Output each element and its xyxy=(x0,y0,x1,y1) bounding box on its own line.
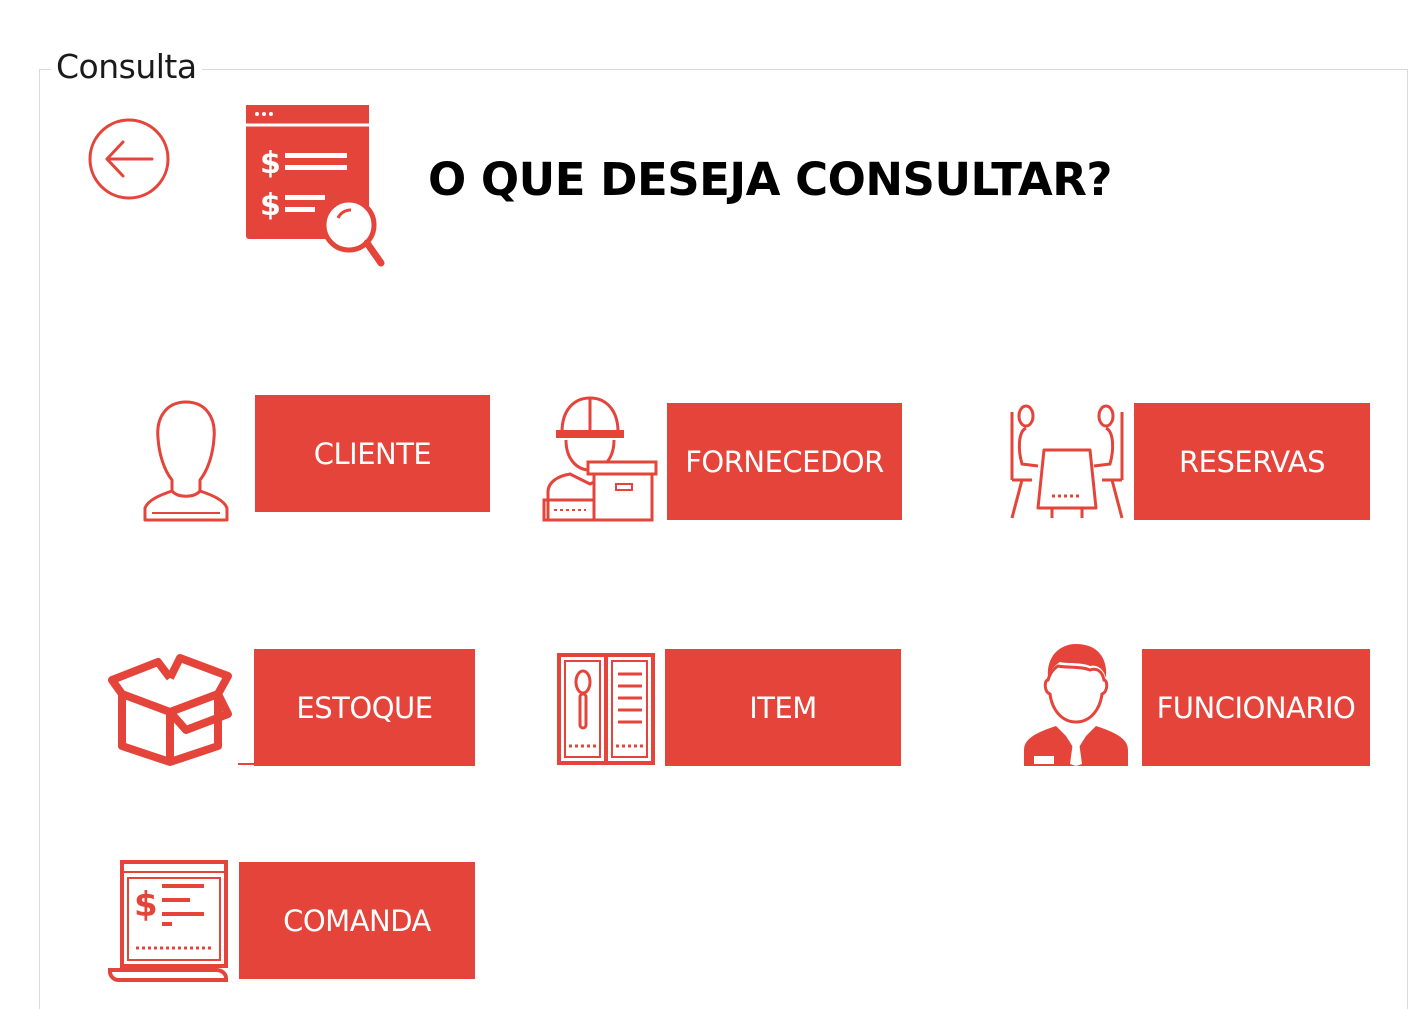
open-box-icon xyxy=(108,650,232,766)
back-button[interactable] xyxy=(86,112,172,208)
groupbox-title: Consulta xyxy=(51,46,202,88)
fornecedor-button[interactable]: FORNECEDOR xyxy=(667,403,902,520)
page-title: O QUE DESEJA CONSULTAR? xyxy=(428,153,1113,206)
divider xyxy=(238,763,254,765)
consulta-window: Consulta $ $ O QUE DESEJA CONSULTAR? CLI… xyxy=(0,0,1420,1009)
arrow-left-circle-icon xyxy=(88,118,170,200)
waiter-icon xyxy=(1020,640,1132,768)
comanda-button[interactable]: COMANDA xyxy=(239,862,475,979)
item-button[interactable]: ITEM xyxy=(665,649,901,766)
dining-table-icon xyxy=(1008,402,1126,522)
menu-card-icon xyxy=(556,652,656,766)
estoque-button[interactable]: ESTOQUE xyxy=(254,649,475,766)
svg-text:$: $ xyxy=(260,146,281,181)
cliente-button[interactable]: CLIENTE xyxy=(255,395,490,512)
reservas-button[interactable]: RESERVAS xyxy=(1134,403,1370,520)
svg-text:$: $ xyxy=(134,885,158,925)
funcionario-button[interactable]: FUNCIONARIO xyxy=(1142,649,1370,766)
receipt-icon: $ xyxy=(106,858,230,984)
svg-text:$: $ xyxy=(260,188,281,223)
financial-search-icon: $ $ xyxy=(243,103,387,271)
person-silhouette-icon xyxy=(140,396,232,524)
delivery-worker-icon xyxy=(540,392,658,523)
